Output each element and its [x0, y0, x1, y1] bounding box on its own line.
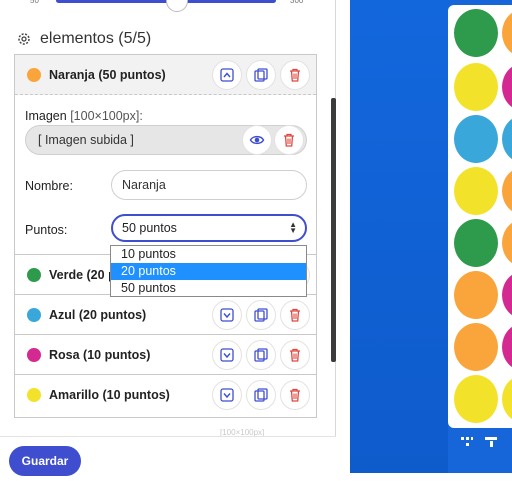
chevron-down-icon — [220, 348, 234, 362]
slider-thumb[interactable] — [166, 0, 188, 12]
trash-icon — [290, 348, 300, 362]
chevron-down-icon — [220, 388, 234, 402]
yellow-ball — [454, 63, 498, 111]
gear-icon — [18, 33, 30, 45]
select-arrows-icon: ▲ ▼ — [289, 220, 297, 235]
image-label: Imagen [100×100px]: — [25, 109, 143, 123]
pink-ball — [502, 323, 512, 371]
points-select-value: 50 puntos — [122, 221, 177, 235]
preview-controls — [460, 436, 498, 448]
yellow-dot — [27, 388, 41, 402]
expand-button[interactable] — [212, 340, 242, 370]
element-item-rosa[interactable]: Rosa (10 puntos) — [15, 335, 316, 375]
game-preview — [350, 0, 512, 473]
dropdown-option-20[interactable]: 20 puntos — [111, 263, 306, 280]
copy-icon — [254, 68, 268, 82]
blue-ball — [502, 115, 512, 163]
footer-bar: Guardar — [0, 436, 336, 481]
expand-button[interactable] — [212, 380, 242, 410]
copy-icon — [254, 348, 268, 362]
dropdown-option-10[interactable]: 10 puntos — [111, 246, 306, 263]
yellow-ball — [454, 167, 498, 215]
tree-icon[interactable] — [484, 436, 498, 448]
green-ball — [454, 9, 498, 57]
elements-list: Naranja (50 puntos) Imagen [100×100px]: … — [14, 54, 317, 418]
element-editor: Imagen [100×100px]: [ Imagen subida ] No… — [15, 95, 316, 255]
yellow-ball — [502, 375, 512, 423]
elements-title: elementos (5/5) — [40, 30, 152, 47]
orange-dot — [27, 67, 41, 82]
orange-ball — [502, 219, 512, 267]
delete-button[interactable] — [280, 60, 310, 90]
eye-icon — [249, 135, 265, 145]
copy-icon — [254, 388, 268, 402]
elements-header: elementos (5/5) — [16, 30, 151, 48]
delete-button[interactable] — [280, 340, 310, 370]
trash-icon — [290, 308, 300, 322]
name-label: Nombre: — [25, 179, 73, 193]
duplicate-button[interactable] — [246, 340, 276, 370]
element-label: Rosa (10 puntos) — [49, 347, 151, 362]
copy-icon — [254, 308, 268, 322]
yellow-ball — [454, 375, 498, 423]
orange-ball — [502, 167, 512, 215]
trash-icon — [284, 133, 294, 147]
name-input[interactable]: Naranja — [111, 170, 307, 200]
duplicate-button[interactable] — [246, 380, 276, 410]
points-dropdown: 10 puntos 20 puntos 50 puntos — [110, 245, 307, 297]
preview-background — [350, 0, 448, 473]
scrollbar[interactable] — [331, 98, 336, 362]
orange-ball — [454, 271, 498, 319]
dropdown-option-50[interactable]: 50 puntos — [111, 280, 306, 297]
delete-button[interactable] — [280, 380, 310, 410]
chevron-up-icon — [220, 68, 234, 82]
element-label: Naranja (50 puntos) — [49, 67, 166, 82]
blue-ball — [454, 115, 498, 163]
pink-ball — [502, 271, 512, 319]
points-label: Puntos: — [25, 223, 68, 237]
grid-icon[interactable] — [460, 436, 474, 448]
image-field[interactable]: [ Imagen subida ] — [25, 125, 307, 155]
collapse-button[interactable] — [212, 60, 242, 90]
image-value: [ Imagen subida ] — [38, 133, 134, 147]
preview-board — [448, 5, 512, 428]
pink-dot — [27, 347, 41, 362]
orange-ball — [454, 323, 498, 371]
green-ball — [454, 219, 498, 267]
expand-button[interactable] — [212, 300, 242, 330]
green-dot — [27, 267, 41, 282]
editor-panel: 50 300 elementos (5/5) Naranja (50 punto… — [0, 0, 336, 481]
pink-ball — [502, 63, 512, 111]
duplicate-button[interactable] — [246, 60, 276, 90]
orange-ball — [502, 9, 512, 57]
element-item-naranja[interactable]: Naranja (50 puntos) — [15, 55, 316, 95]
delete-image-button[interactable] — [274, 125, 304, 155]
slider-max-label: 300 — [290, 0, 304, 5]
element-label: Azul (20 puntos) — [49, 307, 147, 322]
slider-min-label: 50 — [30, 0, 39, 5]
save-button[interactable]: Guardar — [9, 446, 81, 476]
element-item-azul[interactable]: Azul (20 puntos) — [15, 295, 316, 335]
delete-button[interactable] — [280, 300, 310, 330]
chevron-down-icon — [220, 308, 234, 322]
trash-icon — [290, 68, 300, 82]
element-label: Amarillo (10 puntos) — [49, 388, 170, 402]
duplicate-button[interactable] — [246, 300, 276, 330]
trash-icon — [290, 388, 300, 402]
element-item-amarillo[interactable]: Amarillo (10 puntos) — [15, 375, 316, 415]
points-select[interactable]: 50 puntos ▲ ▼ — [111, 214, 307, 242]
preview-image-button[interactable] — [242, 125, 272, 155]
blue-dot — [27, 307, 41, 322]
